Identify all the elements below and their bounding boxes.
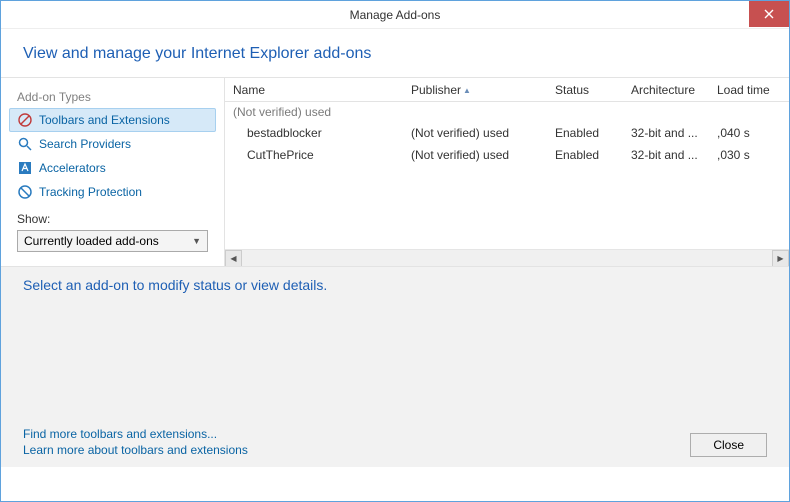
sidebar-item-label: Search Providers [39, 137, 131, 151]
column-name[interactable]: Name [225, 83, 403, 97]
details-prompt: Select an add-on to modify status or vie… [23, 277, 767, 293]
toolbars-icon [17, 112, 33, 128]
sidebar-item-search-providers[interactable]: Search Providers [9, 132, 216, 156]
accelerators-icon [17, 160, 33, 176]
sidebar-item-toolbars-extensions[interactable]: Toolbars and Extensions [9, 108, 216, 132]
table-row[interactable]: bestadblocker (Not verified) used Enable… [225, 122, 789, 144]
addon-types-label: Add-on Types [9, 86, 216, 108]
find-more-link[interactable]: Find more toolbars and extensions... [23, 427, 248, 441]
column-publisher[interactable]: Publisher▲ [403, 83, 547, 97]
addon-table: Name Publisher▲ Status Architecture Load… [225, 78, 789, 266]
chevron-down-icon: ▼ [192, 236, 201, 246]
sidebar-item-label: Toolbars and Extensions [39, 113, 170, 127]
show-label: Show: [9, 206, 216, 228]
details-pane: Select an add-on to modify status or vie… [1, 266, 789, 467]
sort-icon: ▲ [463, 86, 471, 95]
shield-icon [17, 184, 33, 200]
scroll-left-button[interactable]: ◀ [225, 250, 242, 267]
window-close-button[interactable] [749, 1, 789, 27]
window-title: Manage Add-ons [350, 8, 441, 22]
cell-publisher: (Not verified) used [403, 148, 547, 162]
show-dropdown[interactable]: Currently loaded add-ons ▼ [17, 230, 208, 252]
sidebar-item-label: Accelerators [39, 161, 106, 175]
sidebar-item-tracking-protection[interactable]: Tracking Protection [9, 180, 216, 204]
cell-load: ,040 s [709, 126, 779, 140]
header: View and manage your Internet Explorer a… [1, 29, 789, 78]
cell-publisher: (Not verified) used [403, 126, 547, 140]
cell-status: Enabled [547, 126, 623, 140]
cell-arch: 32-bit and ... [623, 126, 709, 140]
close-icon [764, 9, 774, 19]
cell-arch: 32-bit and ... [623, 148, 709, 162]
column-status[interactable]: Status [547, 83, 623, 97]
sidebar-item-accelerators[interactable]: Accelerators [9, 156, 216, 180]
column-load-time[interactable]: Load time [709, 83, 779, 97]
cell-load: ,030 s [709, 148, 779, 162]
titlebar: Manage Add-ons [1, 1, 789, 29]
header-text: View and manage your Internet Explorer a… [23, 45, 767, 63]
sidebar: Add-on Types Toolbars and Extensions Sea… [1, 78, 225, 266]
table-row[interactable]: CutThePrice (Not verified) used Enabled … [225, 144, 789, 166]
table-header: Name Publisher▲ Status Architecture Load… [225, 78, 789, 102]
cell-name: CutThePrice [225, 148, 403, 162]
learn-more-link[interactable]: Learn more about toolbars and extensions [23, 443, 248, 457]
main: Add-on Types Toolbars and Extensions Sea… [1, 78, 789, 266]
cell-name: bestadblocker [225, 126, 403, 140]
search-icon [17, 136, 33, 152]
table-group[interactable]: (Not verified) used [225, 102, 789, 122]
scroll-right-button[interactable]: ▶ [772, 250, 789, 267]
footer-links: Find more toolbars and extensions... Lea… [23, 427, 248, 457]
horizontal-scrollbar[interactable]: ◀ ▶ [225, 249, 789, 266]
dropdown-value: Currently loaded add-ons [24, 234, 159, 248]
close-button[interactable]: Close [690, 433, 767, 457]
cell-status: Enabled [547, 148, 623, 162]
footer: Find more toolbars and extensions... Lea… [23, 427, 767, 457]
sidebar-item-label: Tracking Protection [39, 185, 142, 199]
column-architecture[interactable]: Architecture [623, 83, 709, 97]
